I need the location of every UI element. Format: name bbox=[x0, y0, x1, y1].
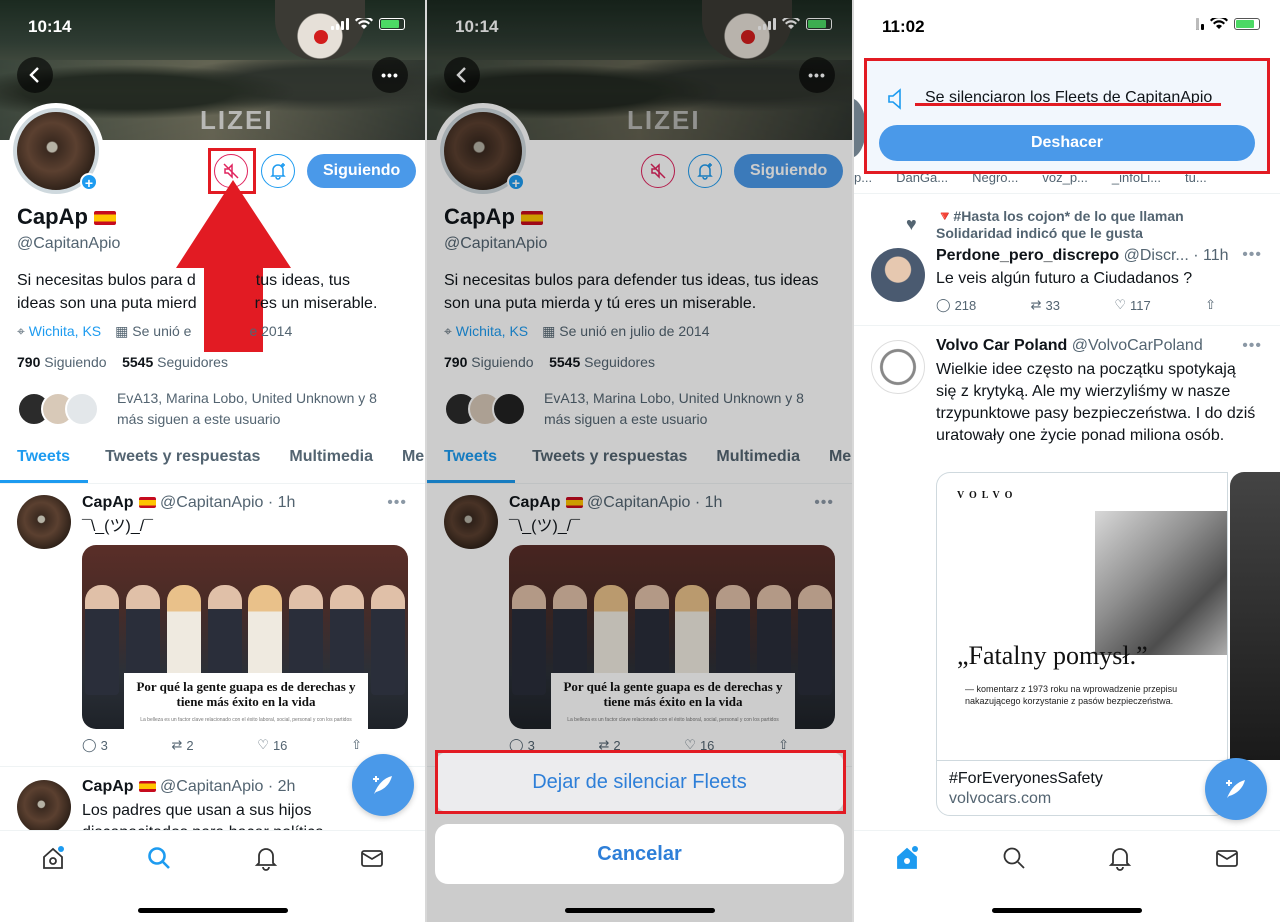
tweet-more-icon[interactable]: ••• bbox=[1242, 337, 1262, 355]
mute-toast: Se silenciaron los Fleets de CapitanApio… bbox=[864, 58, 1270, 174]
calendar-icon: ▦ bbox=[115, 323, 129, 339]
messages-icon[interactable] bbox=[359, 845, 385, 871]
home-icon[interactable] bbox=[894, 845, 920, 871]
tweet-text: Wielkie idee często na początku spotykaj… bbox=[936, 361, 1256, 444]
panel-profile: 10:14 LIZEI ••• + Siguiendo CapAp @Capit… bbox=[0, 0, 425, 922]
panel-unmute-sheet: 10:14 LIZEI ••• + Siguiendo CapAp @Capit… bbox=[427, 0, 852, 922]
card-image-next[interactable] bbox=[1230, 472, 1280, 760]
signal-icon bbox=[331, 18, 349, 30]
tweet-avatar[interactable] bbox=[17, 780, 71, 834]
tweet-text: Le veis algún futuro a Ciudadanos ? bbox=[936, 270, 1193, 287]
home-indicator bbox=[992, 908, 1142, 913]
home-icon[interactable] bbox=[40, 845, 66, 871]
status-bar: 10:14 bbox=[0, 0, 425, 52]
bottom-tab-bar bbox=[854, 830, 1280, 922]
follow-counts[interactable]: 790 Siguiendo 5545 Seguidores bbox=[17, 354, 228, 370]
search-icon[interactable] bbox=[146, 845, 172, 871]
tab-tweets[interactable]: Tweets bbox=[0, 432, 89, 483]
bell-plus-icon bbox=[270, 163, 286, 180]
wifi-icon bbox=[355, 18, 373, 29]
more-button[interactable]: ••• bbox=[372, 57, 408, 93]
reply-icon: ◯ bbox=[82, 737, 97, 752]
tab-likes[interactable]: Me bbox=[385, 432, 425, 483]
tweet-avatar[interactable] bbox=[871, 248, 925, 302]
reply-icon: ◯ bbox=[936, 297, 951, 312]
tweet-text: ¯\_(ツ)_/¯ bbox=[82, 518, 154, 535]
status-time: 10:14 bbox=[28, 17, 72, 36]
tweet-avatar[interactable] bbox=[17, 495, 71, 549]
status-bar: 11:02 bbox=[854, 0, 1280, 52]
share-button[interactable]: ⇧ bbox=[1205, 297, 1216, 313]
tab-media[interactable]: Multimedia bbox=[272, 432, 385, 483]
share-button[interactable]: ⇧ bbox=[351, 737, 362, 753]
compose-button[interactable] bbox=[1205, 758, 1267, 820]
tab-replies[interactable]: Tweets y respuestas bbox=[88, 432, 272, 483]
search-icon[interactable] bbox=[1001, 845, 1027, 871]
like-icon: ♡ bbox=[257, 737, 269, 752]
tweet-more-icon[interactable]: ••• bbox=[387, 494, 407, 512]
annotation-box bbox=[435, 750, 846, 814]
tweet[interactable]: ♥ 🔻#Hasta los cojon* de lo que llaman Sol… bbox=[854, 196, 1280, 326]
back-icon bbox=[29, 67, 39, 83]
profile-handle: @CapitanApio bbox=[17, 235, 121, 252]
status-time: 11:02 bbox=[882, 17, 925, 36]
following-button[interactable]: Siguiendo bbox=[307, 154, 417, 188]
followed-by[interactable]: EvA13, Marina Lobo, United Unknown y 8 m… bbox=[17, 388, 397, 430]
panel-timeline: 11:02 p... DanGa... Negro... voz_p... _i… bbox=[854, 0, 1280, 922]
location-icon: ⌖ bbox=[17, 323, 25, 339]
profile-location[interactable]: Wichita, KS bbox=[29, 323, 101, 339]
home-indicator bbox=[564, 908, 715, 913]
liked-context-icon: ♥ bbox=[906, 214, 917, 234]
like-icon: ♡ bbox=[1114, 297, 1126, 312]
battery-icon bbox=[379, 18, 405, 30]
add-fleet-icon: + bbox=[80, 173, 98, 191]
card-image[interactable]: VOLVO „Fatalny pomysł.” — komentarz z 19… bbox=[936, 472, 1228, 760]
compose-icon bbox=[373, 776, 392, 794]
notifications-icon[interactable] bbox=[1107, 845, 1133, 871]
annotation-underline bbox=[915, 103, 1221, 106]
bottom-tab-bar bbox=[0, 830, 425, 922]
tweet-image[interactable]: Por qué la gente guapa es de derechas y … bbox=[82, 545, 408, 729]
retweet-icon: ⇄ bbox=[1030, 297, 1042, 312]
like-button[interactable]: ♡ 117 bbox=[1114, 297, 1150, 313]
profile-bio: Si necesitas bulos para d tus ideas, tus … bbox=[17, 272, 378, 312]
compose-button[interactable] bbox=[352, 754, 414, 816]
retweet-button[interactable]: ⇄ 33 bbox=[1031, 297, 1060, 313]
retweet-button[interactable]: ⇄ 2 bbox=[171, 737, 193, 753]
tweet[interactable]: Volvo Car Poland @VolvoCarPoland ••• Wie… bbox=[854, 326, 1280, 836]
compose-icon bbox=[1226, 780, 1245, 798]
back-button[interactable] bbox=[17, 57, 53, 93]
profile-joined: Se unió e bbox=[132, 323, 192, 339]
profile-tabs: Tweets Tweets y respuestas Multimedia Me bbox=[0, 432, 425, 484]
more-icon: ••• bbox=[381, 67, 399, 83]
tweet-more-icon[interactable]: ••• bbox=[1242, 246, 1262, 264]
battery-icon bbox=[1234, 18, 1260, 30]
notifications-icon[interactable] bbox=[253, 845, 279, 871]
like-button[interactable]: ♡ 16 bbox=[257, 737, 287, 753]
signal-icon bbox=[1196, 18, 1204, 30]
reply-button[interactable]: ◯ 3 bbox=[82, 737, 108, 753]
messages-icon[interactable] bbox=[1214, 845, 1240, 871]
card-footer[interactable]: #ForEveryonesSafety volvocars.com bbox=[936, 760, 1228, 816]
retweet-icon: ⇄ bbox=[171, 737, 183, 752]
profile-name: CapAp bbox=[17, 204, 88, 229]
share-icon: ⇧ bbox=[351, 737, 362, 752]
share-icon: ⇧ bbox=[1205, 297, 1216, 312]
avatar[interactable]: + bbox=[8, 103, 104, 199]
spain-flag-icon bbox=[93, 211, 116, 226]
undo-button[interactable]: Deshacer bbox=[879, 125, 1255, 161]
cancel-button[interactable]: Cancelar bbox=[435, 824, 844, 884]
speaker-icon bbox=[888, 88, 901, 110]
tweet-avatar[interactable] bbox=[871, 340, 925, 394]
tweet[interactable]: CapAp @CapitanApio · 1h ••• ¯\_(ツ)_/¯ Po… bbox=[0, 485, 425, 767]
reply-button[interactable]: ◯ 218 bbox=[936, 297, 976, 313]
wifi-icon bbox=[1210, 18, 1228, 29]
home-indicator bbox=[137, 908, 288, 913]
